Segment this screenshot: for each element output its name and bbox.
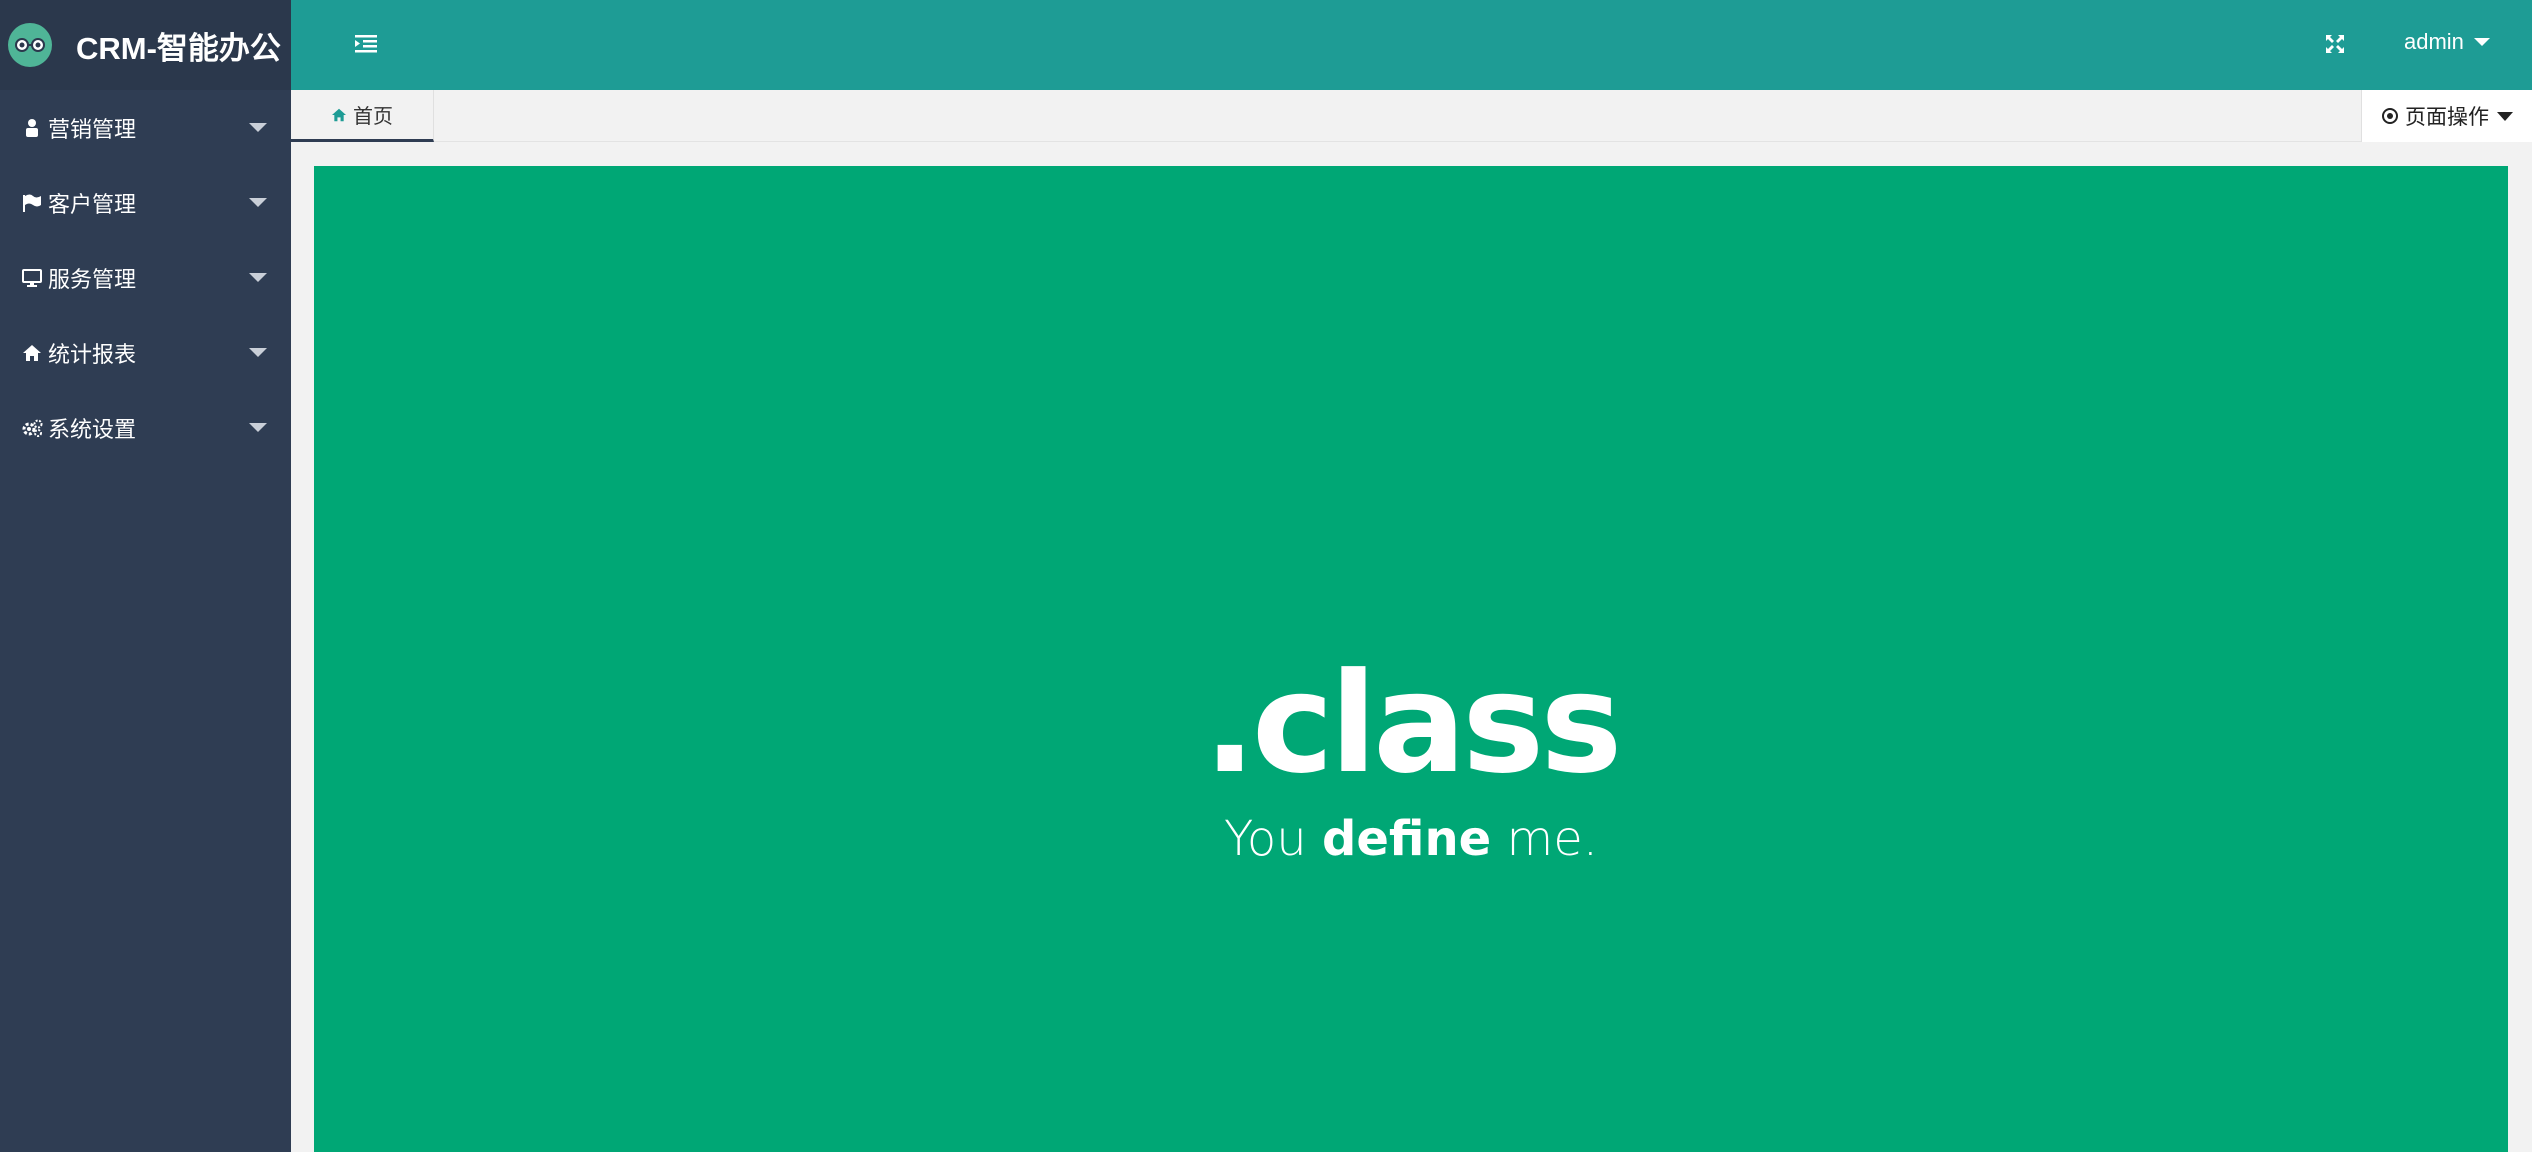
sidebar-item-marketing[interactable]: 营销管理: [0, 90, 291, 165]
chevron-down-icon: [249, 273, 267, 282]
tab-bar: 首页 页面操作: [291, 90, 2532, 142]
target-icon: [2381, 107, 2399, 125]
sidebar-item-label: 客户管理: [48, 191, 137, 217]
user-name: admin: [2404, 29, 2464, 54]
hero-sub-suffix: me.: [1506, 811, 1599, 867]
logo: CRM-智能办公: [0, 0, 291, 90]
flag-icon: [20, 191, 44, 215]
sidebar-item-label: 服务管理: [48, 266, 137, 292]
fullscreen-icon[interactable]: [2324, 33, 2346, 55]
user-icon: [20, 116, 44, 140]
hero-title: .class: [1203, 643, 1623, 804]
sidebar-item-label: 统计报表: [48, 341, 137, 367]
page-ops-dropdown[interactable]: 页面操作: [2361, 90, 2532, 142]
home-icon: [331, 108, 347, 122]
hero-sub-bold: define: [1321, 811, 1492, 867]
hero-sub-prefix: You: [1223, 811, 1307, 867]
sidebar-item-reports[interactable]: 统计报表: [0, 315, 291, 390]
hero-subtitle: You define me.: [1224, 811, 1598, 867]
chevron-down-icon: [249, 123, 267, 132]
main-content: .class You define me.: [314, 166, 2508, 1152]
page-ops-label: 页面操作: [2405, 106, 2489, 129]
logo-glasses-icon: [8, 23, 52, 67]
desktop-icon: [20, 266, 44, 290]
sidebar-item-label: 营销管理: [48, 116, 137, 142]
sidebar-item-label: 系统设置: [48, 416, 137, 442]
chevron-down-icon: [2497, 111, 2513, 121]
indent-icon[interactable]: [355, 34, 377, 54]
user-menu[interactable]: admin: [2404, 29, 2490, 55]
sidebar-item-customers[interactable]: 客户管理: [0, 165, 291, 240]
top-header: admin: [291, 0, 2532, 90]
sidebar-menu: 营销管理 客户管理 服务管理 统计报表 系统设置: [0, 90, 291, 465]
tab-home[interactable]: 首页: [291, 90, 434, 142]
home-icon: [20, 341, 44, 365]
chevron-down-icon: [2473, 38, 2490, 46]
sidebar-item-service[interactable]: 服务管理: [0, 240, 291, 315]
chevron-down-icon: [249, 348, 267, 357]
tab-home-label: 首页: [353, 106, 393, 128]
sidebar-item-settings[interactable]: 系统设置: [0, 390, 291, 465]
chevron-down-icon: [249, 198, 267, 207]
sidebar: CRM-智能办公 营销管理 客户管理 服务管理 统计报表 系统设置: [0, 0, 291, 1152]
gears-icon: [20, 416, 44, 440]
app-title: CRM-智能办公: [76, 30, 281, 66]
chevron-down-icon: [249, 423, 267, 432]
